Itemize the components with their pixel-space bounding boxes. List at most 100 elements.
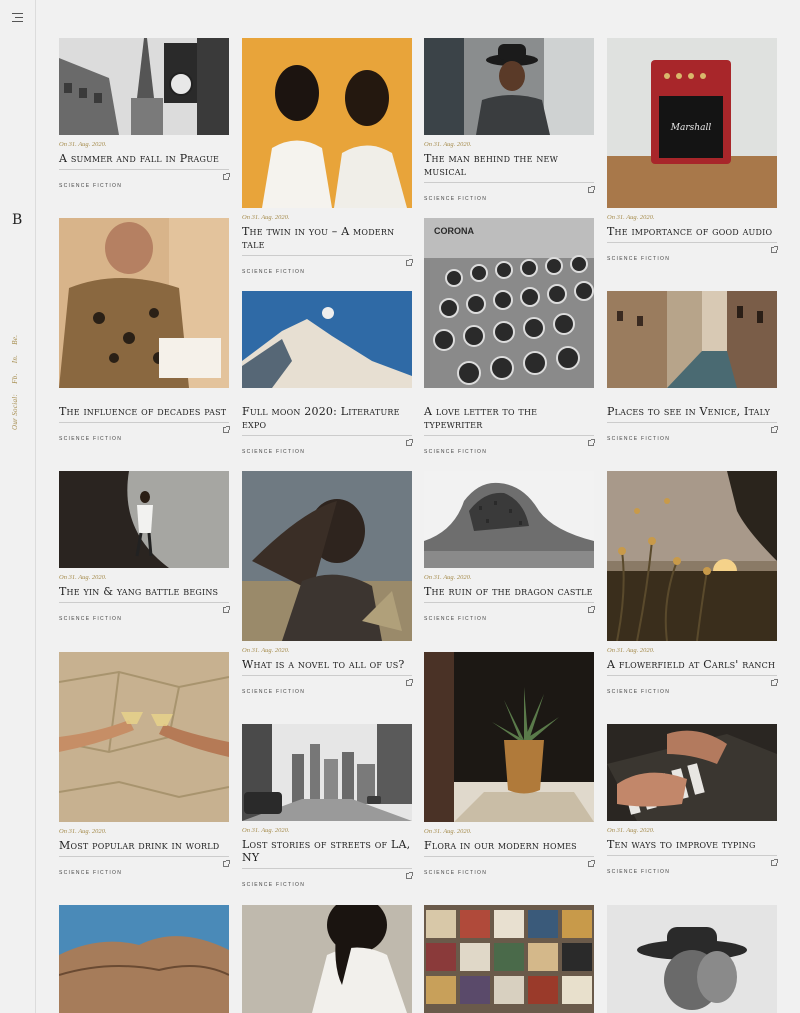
- post-card: On 31. Aug. 2020. The yin & yang battle …: [59, 471, 230, 622]
- post-category[interactable]: Science Fiction: [424, 196, 487, 202]
- post-date: On 31. Aug. 2020.: [59, 574, 107, 581]
- svg-text:CORONA: CORONA: [434, 226, 474, 236]
- post-category[interactable]: Science Fiction: [242, 449, 305, 455]
- post-category[interactable]: Science Fiction: [607, 436, 670, 442]
- share-icon[interactable]: [771, 246, 778, 253]
- post-category[interactable]: Science Fiction: [59, 616, 122, 622]
- post-image[interactable]: [607, 905, 777, 1013]
- post-card: On 31. Aug. 2020. Lost stories of street…: [242, 724, 413, 888]
- post-category[interactable]: Science Fiction: [607, 256, 670, 262]
- post-category[interactable]: Science Fiction: [242, 689, 305, 695]
- post-category[interactable]: Science Fiction: [59, 870, 122, 876]
- svg-text:Marshall: Marshall: [670, 123, 712, 133]
- post-title[interactable]: The yin & yang battle begins: [59, 585, 229, 598]
- post-title[interactable]: The twin in you – A modern tale: [242, 225, 412, 251]
- post-date: On 31. Aug. 2020.: [424, 574, 472, 581]
- post-title[interactable]: The ruin of the dragon castle: [424, 585, 594, 598]
- post-date: On 31. Aug. 2020.: [607, 647, 655, 654]
- post-card: On 31. Aug. 2020. The ruin of the dragon…: [424, 471, 595, 622]
- share-icon[interactable]: [223, 426, 230, 433]
- share-icon[interactable]: [406, 872, 413, 879]
- post-card: [242, 905, 412, 1013]
- post-date: On 31. Aug. 2020.: [607, 827, 655, 834]
- post-title[interactable]: A flowerfield at Carls' ranch: [607, 658, 777, 671]
- post-image[interactable]: [424, 652, 594, 822]
- post-category[interactable]: Science Fiction: [59, 183, 122, 189]
- post-category[interactable]: Science Fiction: [607, 869, 670, 875]
- post-title[interactable]: The influence of decades past: [59, 405, 229, 418]
- post-date: On 31. Aug. 2020.: [424, 828, 472, 835]
- post-category[interactable]: Science Fiction: [59, 436, 122, 442]
- share-icon[interactable]: [588, 186, 595, 193]
- post-image[interactable]: [607, 724, 777, 821]
- share-icon[interactable]: [588, 439, 595, 446]
- post-image[interactable]: [424, 38, 594, 135]
- post-image[interactable]: [607, 291, 777, 388]
- post-date: [424, 394, 594, 402]
- share-icon[interactable]: [771, 679, 778, 686]
- post-title[interactable]: What is a novel to all of us?: [242, 658, 412, 671]
- share-icon[interactable]: [771, 426, 778, 433]
- post-image[interactable]: Marshall: [607, 38, 777, 208]
- post-title[interactable]: A love letter to the typewriter: [424, 405, 594, 431]
- share-icon[interactable]: [406, 259, 413, 266]
- post-date: On 31. Aug. 2020.: [607, 214, 655, 221]
- post-card: Full moon 2020: Literature expo Science …: [242, 291, 413, 455]
- post-title[interactable]: Ten ways to improve typing: [607, 838, 777, 851]
- post-title[interactable]: Places to see in Venice, Italy: [607, 405, 777, 418]
- share-icon[interactable]: [223, 606, 230, 613]
- post-title[interactable]: Flora in our modern homes: [424, 839, 594, 852]
- post-category[interactable]: Science Fiction: [242, 882, 305, 888]
- post-image[interactable]: [242, 471, 412, 641]
- post-image[interactable]: [59, 471, 229, 568]
- post-date: [242, 394, 412, 402]
- post-card: CORONA A love letter to the typewriter S…: [424, 218, 595, 455]
- post-card: On 31. Aug. 2020. Ten ways to improve ty…: [607, 724, 778, 875]
- post-image[interactable]: [59, 38, 229, 135]
- post-image[interactable]: [242, 291, 412, 388]
- post-card: On 31. Aug. 2020. Flora in our modern ho…: [424, 652, 595, 876]
- post-date: On 31. Aug. 2020.: [242, 647, 290, 654]
- post-image[interactable]: [424, 905, 594, 1013]
- post-title[interactable]: The man behind the new musical: [424, 152, 594, 178]
- post-card: On 31. Aug. 2020. The man behind the new…: [424, 38, 595, 202]
- post-card: Places to see in Venice, Italy Science F…: [607, 291, 778, 442]
- post-card: Marshall On 31. Aug. 2020. The importanc…: [607, 38, 778, 262]
- post-image[interactable]: [59, 218, 229, 388]
- post-category[interactable]: Science Fiction: [424, 449, 487, 455]
- post-image[interactable]: [59, 905, 229, 1013]
- post-image[interactable]: [59, 652, 229, 822]
- share-icon[interactable]: [771, 859, 778, 866]
- post-date: On 31. Aug. 2020.: [242, 214, 290, 221]
- post-category[interactable]: Science Fiction: [242, 269, 305, 275]
- share-icon[interactable]: [588, 606, 595, 613]
- post-date: On 31. Aug. 2020.: [424, 141, 472, 148]
- post-title[interactable]: The importance of good audio: [607, 225, 777, 238]
- share-icon[interactable]: [223, 860, 230, 867]
- post-category[interactable]: Science Fiction: [424, 616, 487, 622]
- post-image[interactable]: [242, 905, 412, 1013]
- post-card: The influence of decades past Science Fi…: [59, 218, 230, 442]
- post-title[interactable]: Full moon 2020: Literature expo: [242, 405, 412, 431]
- post-image[interactable]: [607, 471, 777, 641]
- post-title[interactable]: A summer and fall in Prague: [59, 152, 229, 165]
- share-icon[interactable]: [406, 439, 413, 446]
- post-card: On 31. Aug. 2020. What is a novel to all…: [242, 471, 413, 695]
- post-image[interactable]: [424, 471, 594, 568]
- share-icon[interactable]: [406, 679, 413, 686]
- post-category[interactable]: Science Fiction: [607, 689, 670, 695]
- post-grid: On 31. Aug. 2020. A summer and fall in P…: [0, 0, 800, 1013]
- post-title[interactable]: Most popular drink in world: [59, 839, 229, 852]
- post-date: On 31. Aug. 2020.: [59, 141, 107, 148]
- post-image[interactable]: [242, 724, 412, 821]
- post-image[interactable]: [242, 38, 412, 208]
- post-title[interactable]: Lost stories of streets of LA, NY: [242, 838, 412, 864]
- post-date: On 31. Aug. 2020.: [59, 828, 107, 835]
- post-card: On 31. Aug. 2020. A summer and fall in P…: [59, 38, 230, 189]
- post-category[interactable]: Science Fiction: [424, 870, 487, 876]
- post-card: [607, 905, 777, 1013]
- share-icon[interactable]: [223, 173, 230, 180]
- post-card: On 31. Aug. 2020. Most popular drink in …: [59, 652, 230, 876]
- post-image[interactable]: CORONA: [424, 218, 594, 388]
- share-icon[interactable]: [588, 860, 595, 867]
